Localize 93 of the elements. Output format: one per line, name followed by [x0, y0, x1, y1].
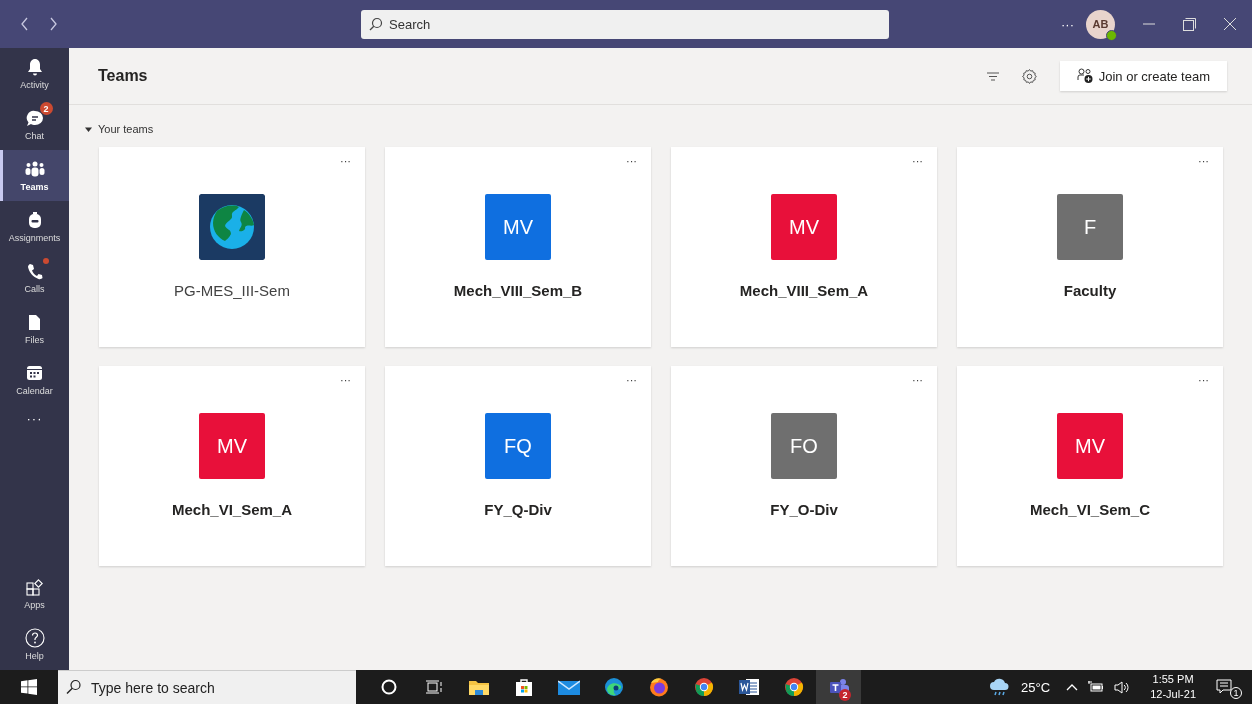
date: 12-Jul-21	[1150, 687, 1196, 702]
taskbar-app[interactable]: 2	[816, 670, 861, 704]
team-card[interactable]: ··· MV Mech_VIII_Sem_B	[385, 147, 651, 347]
more-options-icon[interactable]: ···	[626, 155, 637, 167]
chat-icon	[25, 109, 44, 127]
more-options-icon[interactable]: ···	[912, 155, 923, 167]
search-icon	[66, 679, 81, 695]
more-options-icon[interactable]: ···	[1061, 16, 1074, 32]
team-card[interactable]: ··· FO FY_O-Div	[671, 366, 937, 566]
team-avatar: MV	[1057, 413, 1123, 479]
shopping-bag-icon	[514, 678, 533, 696]
apps-icon	[26, 578, 43, 596]
task-view-icon	[425, 680, 442, 694]
globe-icon	[199, 194, 265, 260]
app-bar-item[interactable]: 2 Chat	[0, 99, 69, 150]
team-avatar: MV	[199, 413, 265, 479]
your-teams-toggle[interactable]: Your teams	[85, 123, 154, 135]
notification-count: 1	[1230, 687, 1242, 699]
team-avatar: FQ	[485, 413, 551, 479]
team-icon	[24, 161, 45, 177]
fox-browser-icon	[648, 677, 669, 697]
team-avatar: MV	[485, 194, 551, 260]
caret-down-icon	[85, 125, 92, 133]
team-card[interactable]: ··· MV Mech_VIII_Sem_A	[671, 147, 937, 347]
message-icon	[1216, 679, 1232, 695]
back-icon[interactable]	[20, 17, 30, 31]
chevron-up-icon[interactable]	[1066, 683, 1079, 691]
team-avatar: FO	[771, 413, 837, 479]
restore-icon[interactable]	[1183, 17, 1196, 31]
battery-plug-icon[interactable]	[1088, 681, 1105, 693]
app-bar-item[interactable]: Teams	[0, 150, 69, 201]
more-options-icon[interactable]: ···	[912, 374, 923, 386]
help-icon	[24, 628, 45, 648]
time: 1:55 PM	[1152, 672, 1194, 687]
team-card[interactable]: ··· MV Mech_VI_Sem_A	[99, 366, 365, 566]
team-card[interactable]: ··· F Faculty	[957, 147, 1223, 347]
app-bar-item[interactable]: Files	[0, 303, 69, 354]
app-bar-item[interactable]: Activity	[0, 48, 69, 99]
app-bar-item[interactable]: Apps	[0, 568, 69, 619]
user-avatar[interactable]: AB	[1086, 9, 1115, 39]
chrome-browser-icon	[693, 677, 714, 697]
app-bar-item[interactable]: Calendar	[0, 354, 69, 405]
windows-start-icon[interactable]	[21, 679, 37, 695]
bell-icon	[26, 58, 43, 76]
chrome-browser-icon	[783, 677, 804, 697]
folder-icon	[468, 679, 489, 695]
close-icon[interactable]	[1224, 18, 1236, 30]
more-options-icon[interactable]: ···	[340, 374, 351, 386]
notification-badge: 2	[839, 689, 851, 701]
team-name: Mech_VI_Sem_A	[171, 501, 293, 518]
people-t-icon	[828, 678, 849, 696]
envelope-icon	[557, 679, 580, 695]
search-field[interactable]: Search	[361, 9, 889, 39]
add-people-icon	[1076, 68, 1094, 84]
taskbar-search-field[interactable]: Type here to search	[58, 670, 356, 704]
page-title: Teams	[98, 67, 148, 85]
speaker-icon[interactable]	[1114, 680, 1131, 694]
browser-wave-icon	[603, 677, 624, 697]
more-options-icon[interactable]: ···	[626, 374, 637, 386]
search-icon	[369, 17, 383, 31]
team-name: Mech_VIII_Sem_B	[453, 282, 583, 299]
clock[interactable]: 1:55 PM 12-Jul-21	[1150, 672, 1196, 702]
app-bar-item[interactable]: Calls	[0, 252, 69, 303]
more-options-icon[interactable]: ···	[1198, 374, 1209, 386]
team-name: Mech_VIII_Sem_A	[739, 282, 869, 299]
team-name: FY_Q-Div	[484, 501, 552, 518]
team-card[interactable]: ··· MV Mech_VI_Sem_C	[957, 366, 1223, 566]
app-bar-item[interactable]: Assignments	[0, 201, 69, 252]
team-card[interactable]: ··· FQ FY_Q-Div	[385, 366, 651, 566]
file-icon	[28, 313, 41, 331]
more-apps-icon[interactable]: ···	[0, 405, 69, 432]
team-name: PG-MES_III-Sem	[174, 282, 290, 299]
join-or-create-team-button[interactable]: Join or create team	[1059, 61, 1227, 91]
more-options-icon[interactable]: ···	[1198, 155, 1209, 167]
team-card[interactable]: ··· PG-MES_III-Sem	[99, 147, 365, 347]
temperature[interactable]: 25°C	[1021, 679, 1051, 695]
team-name: FY_O-Div	[770, 501, 838, 518]
circle-icon	[380, 679, 397, 695]
more-options-icon[interactable]: ···	[340, 155, 351, 167]
phone-icon	[26, 262, 43, 280]
app-bar-item[interactable]: Help	[0, 619, 69, 670]
calendar-icon	[26, 365, 43, 381]
forward-icon[interactable]	[48, 17, 58, 31]
team-avatar: MV	[771, 194, 837, 260]
team-name: Mech_VI_Sem_C	[1029, 501, 1151, 518]
notification-badge: 2	[39, 102, 53, 115]
backpack-icon	[27, 211, 42, 229]
document-w-icon	[738, 678, 759, 696]
team-avatar: F	[1057, 194, 1123, 260]
notification-center-button[interactable]: 1	[1216, 674, 1242, 700]
team-name: Faculty	[1063, 282, 1117, 299]
settings-icon[interactable]	[1020, 67, 1038, 85]
filter-icon[interactable]	[986, 71, 999, 81]
